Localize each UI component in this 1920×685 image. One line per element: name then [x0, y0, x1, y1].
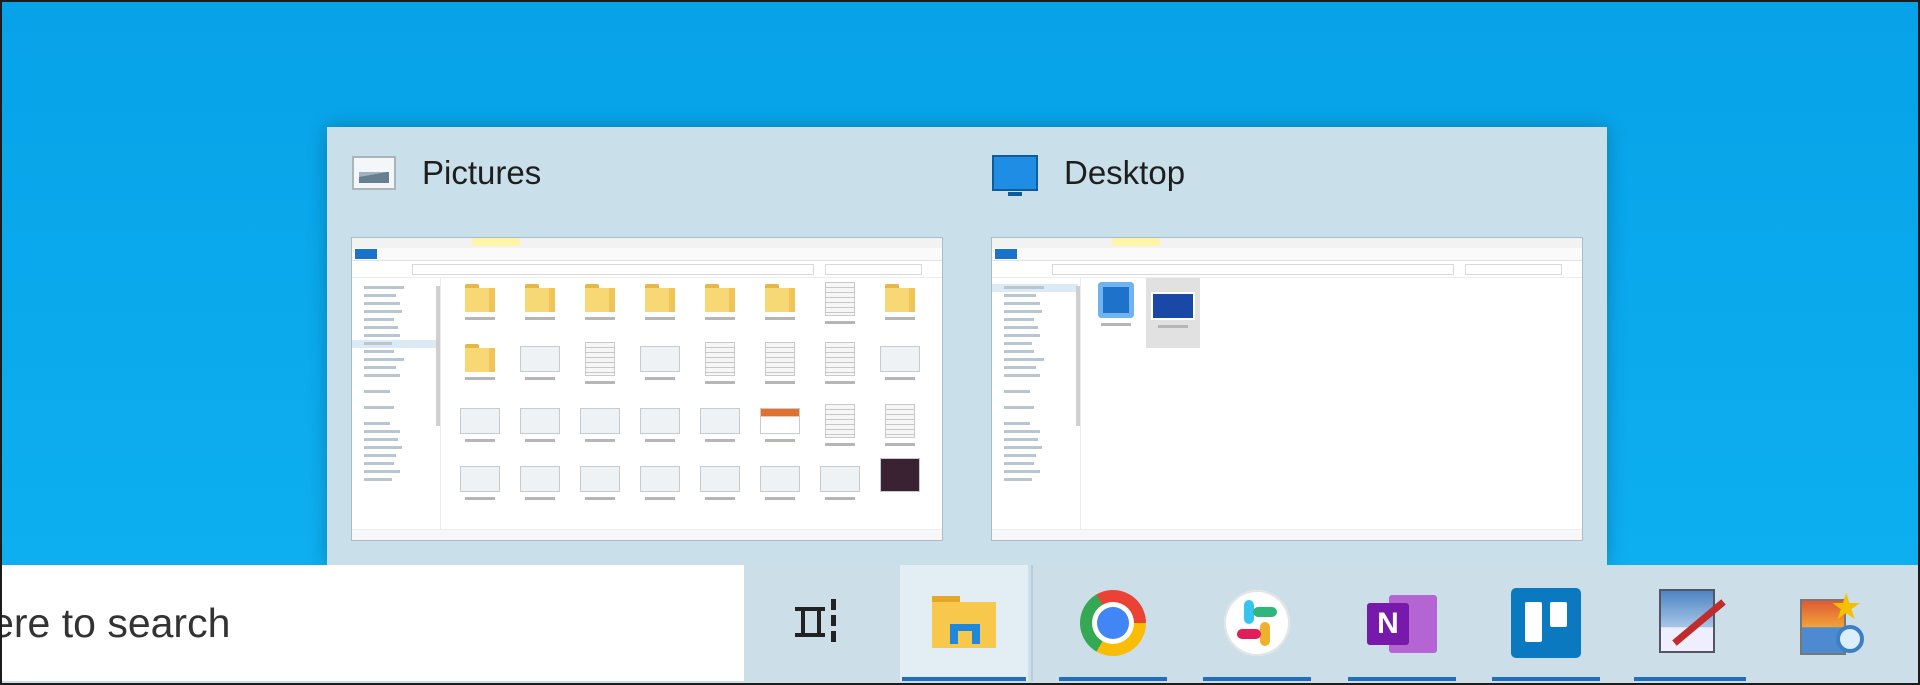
preview-status-bar — [352, 529, 942, 540]
preview-ribbon — [352, 238, 942, 261]
onenote-icon: N — [1367, 591, 1437, 655]
search-placeholder: Type here to search — [2, 599, 231, 646]
trello-icon — [1511, 588, 1581, 658]
thumbnail-title: Pictures — [422, 154, 542, 191]
onenote-letter: N — [1367, 603, 1409, 645]
preview-nav-pane — [992, 278, 1081, 530]
slack-icon — [1224, 590, 1290, 656]
file-explorer-icon — [932, 596, 996, 650]
preview-scrollbar — [436, 286, 440, 426]
file-explorer-button[interactable] — [900, 565, 1028, 681]
pictures-folder-icon — [352, 156, 396, 190]
running-indicator — [1203, 677, 1311, 681]
running-indicator — [1348, 677, 1456, 681]
window-preview — [352, 238, 942, 540]
thumbnail-title-bar: Pictures — [352, 153, 541, 193]
preview-status-bar — [992, 529, 1582, 540]
paint-button[interactable] — [1632, 565, 1748, 681]
preview-address-bar — [352, 261, 942, 278]
taskbar: Type here to search N — [0, 565, 1920, 685]
preview-titlebar — [352, 238, 942, 248]
image-viewer-button[interactable]: ★ — [1778, 565, 1890, 681]
paint-icon — [1659, 589, 1726, 657]
preview-nav-pane — [352, 278, 441, 530]
preview-titlebar — [992, 238, 1582, 248]
preview-file-grid — [452, 282, 932, 528]
running-indicator — [1059, 677, 1167, 681]
running-indicator — [1492, 677, 1600, 681]
desktop-folder-icon — [992, 155, 1038, 196]
preview-file-grid — [1092, 278, 1572, 528]
task-view-button[interactable] — [765, 565, 875, 681]
taskbar-thumbnail-flyout: Pictures Desktop — [327, 127, 1607, 565]
running-indicator — [1634, 677, 1746, 681]
onenote-button[interactable]: N — [1346, 565, 1458, 681]
thumbnail-desktop[interactable]: Desktop — [967, 127, 1607, 565]
thumbnail-title: Desktop — [1064, 154, 1186, 191]
chrome-icon — [1080, 590, 1146, 656]
task-view-icon — [795, 599, 845, 647]
slack-button[interactable] — [1201, 565, 1313, 681]
window-preview — [992, 238, 1582, 540]
preview-address-bar — [992, 261, 1582, 278]
search-box[interactable]: Type here to search — [2, 565, 744, 681]
thumbnail-pictures[interactable]: Pictures — [327, 127, 967, 565]
image-viewer-icon: ★ — [1800, 589, 1868, 657]
preview-ribbon — [992, 238, 1582, 261]
running-indicator — [902, 677, 1026, 681]
taskbar-divider — [1031, 565, 1033, 681]
thumbnail-title-bar: Desktop — [992, 153, 1186, 196]
trello-button[interactable] — [1490, 565, 1602, 681]
preview-scrollbar — [1076, 286, 1080, 426]
chrome-button[interactable] — [1057, 565, 1169, 681]
